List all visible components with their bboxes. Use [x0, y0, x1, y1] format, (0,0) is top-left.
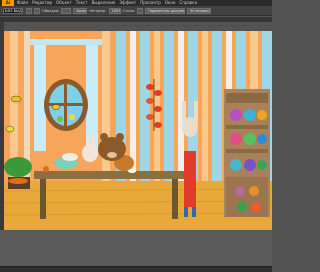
selection-status: Без выд.	[3, 7, 23, 14]
opacity-field[interactable]: 100%	[108, 7, 121, 14]
brush-definition-select[interactable]: Базовая	[73, 7, 88, 14]
stroke-color-swatch[interactable]	[34, 7, 40, 14]
preferences-button[interactable]: Установки	[187, 7, 212, 14]
document-tab-bar	[0, 17, 272, 22]
opacity-label: Непрозр.	[89, 8, 107, 13]
style-label: Стиль:	[122, 8, 136, 13]
status-bar	[0, 266, 272, 272]
stroke-weight-field[interactable]	[61, 7, 72, 14]
illustration-canvas	[4, 31, 272, 230]
plant-pot	[4, 157, 32, 189]
graphic-style-swatch[interactable]	[137, 7, 144, 14]
tall-rabbit	[182, 101, 198, 217]
cabinet	[224, 89, 270, 217]
document-setup-button[interactable]: Параметры документа	[145, 7, 186, 14]
control-bar: Без выд. Обводка: Базовая Непрозр. 100% …	[0, 6, 272, 16]
fill-color-swatch[interactable]	[26, 7, 32, 14]
stroke-label: Обводка:	[42, 8, 60, 13]
artboard[interactable]	[4, 31, 272, 230]
pasteboard	[0, 230, 272, 266]
bear-character	[98, 133, 126, 161]
